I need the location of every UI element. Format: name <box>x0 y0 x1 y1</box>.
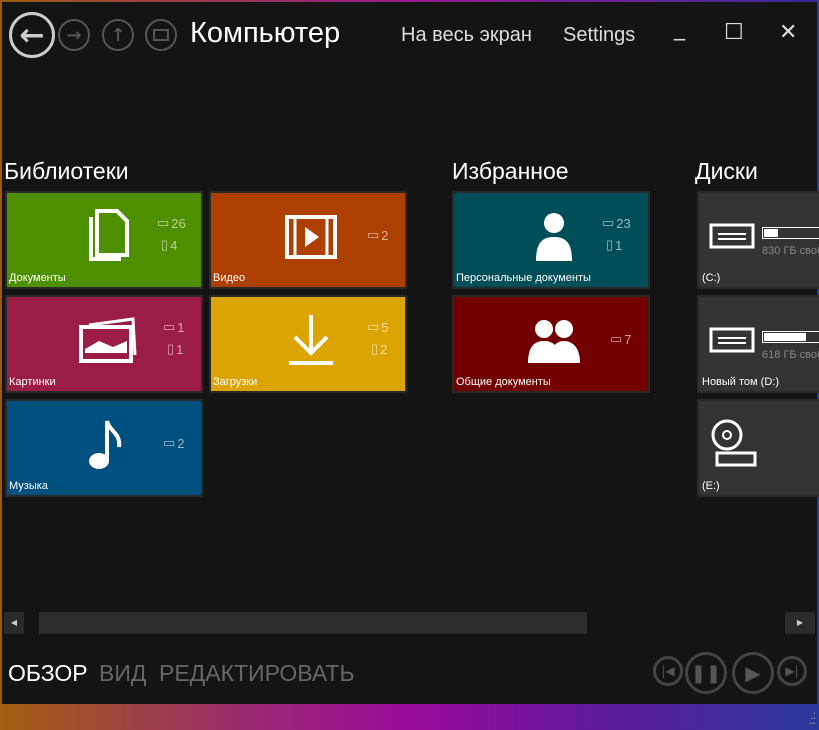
library-tile-music[interactable]: ▭ 2 Музыка <box>5 399 203 497</box>
window-frame-bottom: · ·· ··· <box>0 704 819 730</box>
favorites-heading: Избранное <box>452 158 569 184</box>
tile-label: Общие документы <box>456 376 551 388</box>
tile-label: Видео <box>213 272 246 284</box>
skip-next-icon: ▶| <box>785 664 799 678</box>
tab-edit[interactable]: РЕДАКТИРОВАТЬ <box>159 660 355 687</box>
disk-label: Новый том (D:) <box>702 376 779 388</box>
disk-label: (E:) <box>702 480 720 492</box>
settings-button[interactable]: Settings <box>563 24 635 47</box>
library-tile-video[interactable]: ▭ 2 Видео <box>209 191 407 289</box>
disk-tile-c[interactable]: 830 ГБ своб (C:) <box>697 191 819 289</box>
documents-icon <box>89 209 129 261</box>
window-frame-top <box>0 0 819 2</box>
up-button[interactable]: ↑ <box>102 19 134 51</box>
scroll-thumb[interactable] <box>39 612 587 634</box>
library-tile-downloads[interactable]: ▭ 5 ▯ 2 Загрузки <box>209 295 407 393</box>
libraries-heading: Библиотеки <box>4 158 129 184</box>
computer-button[interactable] <box>145 19 177 51</box>
folder-icon: ▭ <box>610 331 623 346</box>
folder-icon: ▭ <box>367 319 380 334</box>
disk-tile-e[interactable]: (E:) <box>697 399 819 497</box>
folder-count: ▭ 23 <box>602 215 631 231</box>
folder-icon: ▭ <box>157 215 170 230</box>
folder-count: ▭ 2 <box>163 435 185 451</box>
folder-icon: ▭ <box>163 319 176 334</box>
disk-tile-d[interactable]: 618 ГБ своб Новый том (D:) <box>697 295 819 393</box>
play-icon: ▶ <box>745 661 761 685</box>
file-icon: ▯ <box>167 341 175 356</box>
person-icon <box>536 213 572 261</box>
folder-count: ▭ 5 <box>367 319 389 335</box>
file-count: ▯ 1 <box>167 341 184 357</box>
maximize-button[interactable]: ☐ <box>724 20 744 45</box>
file-count: ▯ 1 <box>606 237 623 253</box>
forward-button[interactable]: → <box>58 19 90 51</box>
disk-free-space: 830 ГБ своб <box>762 245 819 257</box>
pause-button[interactable]: ❚❚ <box>685 652 727 694</box>
folder-icon: ▭ <box>163 435 176 450</box>
fullscreen-button[interactable]: На весь экран <box>401 24 532 47</box>
tile-label: Картинки <box>9 376 56 388</box>
arrow-right-icon: → <box>66 24 82 46</box>
people-icon <box>528 320 580 363</box>
minimize-button[interactable]: _ <box>674 16 685 41</box>
folder-count: ▭ 1 <box>163 319 185 335</box>
disk-usage-bar <box>762 331 819 343</box>
folder-icon: ▭ <box>602 215 615 230</box>
back-button[interactable]: ← <box>9 12 55 58</box>
previous-button[interactable]: |◀ <box>653 656 683 686</box>
file-icon: ▯ <box>371 341 379 356</box>
skip-previous-icon: |◀ <box>661 664 675 678</box>
folder-count: ▭ 26 <box>157 215 186 231</box>
resize-grip-icon[interactable]: · ·· ··· <box>808 710 815 730</box>
download-icon <box>289 315 333 365</box>
tab-view[interactable]: ВИД <box>99 660 146 687</box>
tile-label: Персональные документы <box>456 272 591 284</box>
arrow-up-icon: ↑ <box>110 24 126 46</box>
music-note-icon <box>89 420 122 469</box>
pictures-icon <box>79 317 137 363</box>
folder-count: ▭ 7 <box>610 331 632 347</box>
disk-usage-bar <box>762 227 819 239</box>
folder-icon: ▭ <box>367 227 380 242</box>
tile-label: Музыка <box>9 480 48 492</box>
hard-drive-icon <box>709 223 755 249</box>
tab-overview[interactable]: ОБЗОР <box>8 660 88 687</box>
horizontal-scrollbar[interactable]: ◀ <box>4 612 784 634</box>
pause-icon: ❚❚ <box>690 662 722 684</box>
disk-label: (C:) <box>702 272 721 284</box>
optical-drive-icon <box>711 419 757 467</box>
file-count: ▯ 4 <box>161 237 178 253</box>
hard-drive-icon <box>709 327 755 353</box>
close-button[interactable]: ✕ <box>779 20 797 45</box>
favorite-tile-shared-documents[interactable]: ▭ 7 Общие документы <box>452 295 650 393</box>
next-button[interactable]: ▶| <box>777 656 807 686</box>
window-title: Компьютер <box>190 17 341 49</box>
film-icon <box>285 215 337 259</box>
play-button[interactable]: ▶ <box>732 652 774 694</box>
file-icon: ▯ <box>606 237 614 252</box>
tile-label: Загрузки <box>213 376 258 388</box>
disks-heading: Диски <box>695 158 758 184</box>
window-frame-left <box>0 0 2 730</box>
tile-label: Документы <box>9 272 66 284</box>
scroll-right-button[interactable]: ▶ <box>785 612 815 634</box>
folder-count: ▭ 2 <box>367 227 389 243</box>
scroll-left-button[interactable]: ◀ <box>4 612 24 634</box>
file-icon: ▯ <box>161 237 169 252</box>
library-tile-documents[interactable]: ▭ 26 ▯ 4 Документы <box>5 191 203 289</box>
monitor-icon <box>153 29 169 41</box>
library-tile-pictures[interactable]: ▭ 1 ▯ 1 Картинки <box>5 295 203 393</box>
file-count: ▯ 2 <box>371 341 388 357</box>
disk-free-space: 618 ГБ своб <box>762 349 819 361</box>
arrow-left-icon: ← <box>19 17 45 53</box>
favorite-tile-personal-documents[interactable]: ▭ 23 ▯ 1 Персональные документы <box>452 191 650 289</box>
